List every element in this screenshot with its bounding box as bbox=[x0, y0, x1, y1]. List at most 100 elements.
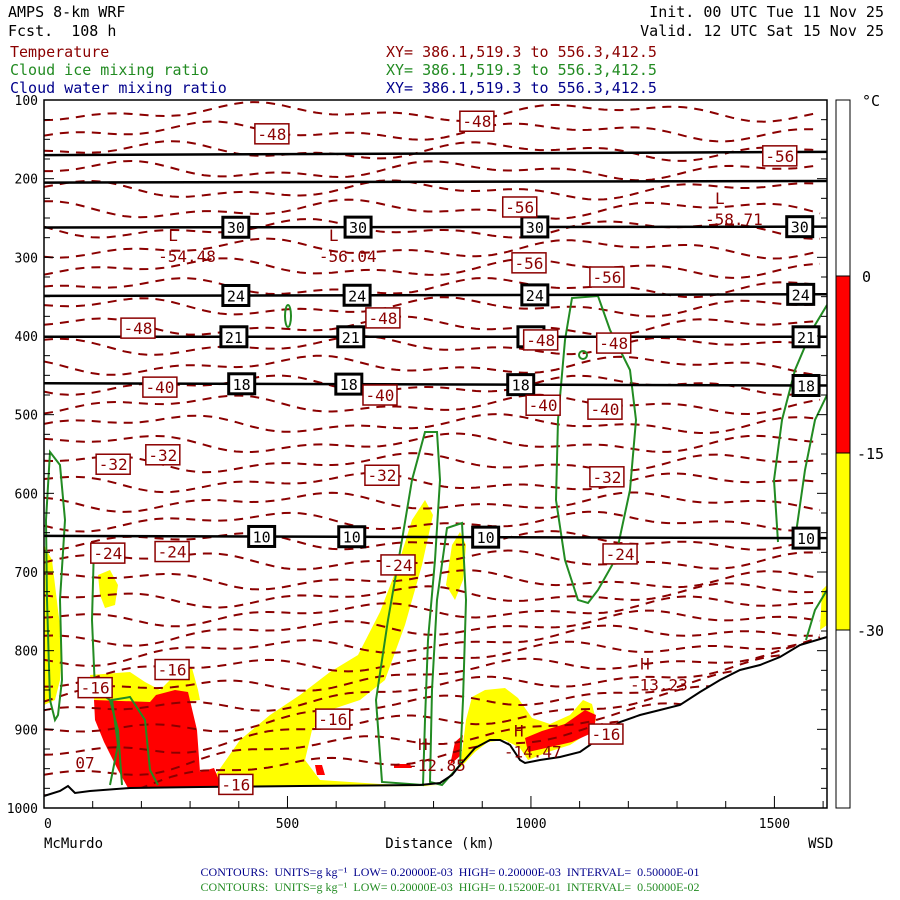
temperature-label: -48 bbox=[124, 319, 153, 338]
x-start-label: McMurdo bbox=[44, 836, 103, 852]
temperature-contour bbox=[44, 140, 821, 162]
temperature-label: -40 bbox=[145, 378, 174, 397]
black-line-label: 18 bbox=[512, 377, 530, 395]
footer-cloud-water-contours: CONTOURS: UNITS=g kg⁻¹ LOW= 0.20000E-03 … bbox=[200, 865, 700, 879]
black-line-label: 30 bbox=[791, 219, 809, 237]
temperature-contour bbox=[44, 120, 821, 143]
extremum-value: -54.48 bbox=[158, 247, 216, 266]
y-tick-label: 300 bbox=[15, 251, 38, 266]
y-tick-label: 600 bbox=[15, 487, 38, 502]
colorbar-unit: °C bbox=[862, 92, 880, 110]
black-line-label: 24 bbox=[526, 287, 544, 305]
temperature-label: -16 bbox=[318, 710, 347, 729]
temperature-label: -56 bbox=[765, 147, 794, 166]
colorbar-band-red bbox=[835, 275, 851, 454]
black-line-label: 10 bbox=[343, 529, 361, 547]
black-line-label: 18 bbox=[233, 376, 251, 394]
temperature-label: -40 bbox=[529, 396, 558, 415]
temperature-label: -48 bbox=[462, 112, 491, 131]
extremum-low-marker: L bbox=[168, 226, 178, 245]
y-tick-label: 100 bbox=[15, 94, 38, 109]
extremum-low-marker: L bbox=[715, 189, 725, 208]
black-line-label: 18 bbox=[340, 376, 358, 394]
footer-cloud-ice-contours: CONTOURS: UNITS=g kg⁻¹ LOW= 0.20000E-03 … bbox=[200, 880, 700, 894]
extremum-value: -12.85 bbox=[408, 756, 466, 775]
black-contour-line bbox=[43, 179, 828, 184]
extremum-high-marker: H bbox=[640, 655, 650, 674]
x-axis-title: Distance (km) bbox=[385, 836, 495, 852]
temperature-contour bbox=[44, 491, 821, 513]
temperature-label: -40 bbox=[366, 386, 395, 405]
temperature-contour bbox=[44, 217, 820, 240]
temperature-label: -32 bbox=[592, 468, 621, 487]
x-end-label: WSD bbox=[808, 836, 833, 852]
temperature-label: -24 bbox=[606, 545, 635, 564]
colorbar-band-yellow bbox=[835, 452, 851, 631]
black-line-label: 18 bbox=[797, 377, 815, 395]
temperature-label: -56 bbox=[515, 254, 544, 273]
black-line-label: 24 bbox=[227, 287, 245, 305]
x-tick-label: 500 bbox=[276, 817, 299, 832]
extremum-value: -58.71 bbox=[705, 210, 763, 229]
black-contour-line bbox=[43, 293, 828, 298]
x-tick-label: 1000 bbox=[515, 817, 546, 832]
extremum-high-marker: H bbox=[418, 735, 428, 754]
temperature-contour bbox=[44, 413, 821, 434]
temperature-label: -48 bbox=[368, 309, 397, 328]
black-line-label: 21 bbox=[225, 329, 243, 347]
temperature-label: -16 bbox=[591, 725, 620, 744]
temperature-label: -24 bbox=[158, 543, 187, 562]
temperature-contour bbox=[44, 609, 821, 647]
black-line-label: 24 bbox=[348, 287, 366, 305]
temperature-contour bbox=[44, 198, 821, 220]
y-tick-label: 500 bbox=[15, 409, 38, 424]
temperature-label: -24 bbox=[93, 544, 122, 563]
x-tick-label: 0 bbox=[44, 817, 52, 832]
extremum-value: -14.47 bbox=[504, 742, 562, 761]
y-tick-label: 800 bbox=[15, 645, 38, 660]
black-line-label: 10 bbox=[797, 530, 815, 548]
black-line-label: 21 bbox=[342, 329, 360, 347]
black-line-label: 30 bbox=[227, 219, 245, 237]
extremum-value: -56.04 bbox=[319, 247, 377, 266]
colorbar-tick-label: -30 bbox=[857, 622, 884, 640]
temperature-label: -48 bbox=[257, 125, 286, 144]
temperature-label: -16 bbox=[158, 661, 187, 680]
temperature-label: -16 bbox=[221, 775, 250, 794]
temperature-contour bbox=[44, 335, 821, 356]
temperature-contour bbox=[44, 296, 821, 318]
black-line-label: 21 bbox=[797, 329, 815, 347]
temperature-contour bbox=[44, 315, 821, 337]
temperature-label: -16 bbox=[81, 679, 110, 698]
colorbar: °C 0 -15 -30 bbox=[835, 92, 884, 809]
colorbar-tick-label: 0 bbox=[862, 268, 871, 286]
yellow-region bbox=[98, 570, 118, 608]
temperature-label: -32 bbox=[148, 446, 177, 465]
temperature-contour bbox=[44, 471, 821, 494]
temperature-contour bbox=[44, 159, 821, 182]
temperature-label: -48 bbox=[599, 334, 628, 353]
temperature-label: -48 bbox=[526, 331, 555, 350]
temperature-label: -32 bbox=[367, 466, 396, 485]
red-region bbox=[315, 765, 325, 775]
y-tick-label: 700 bbox=[15, 566, 38, 581]
cross-section-plot: 3030303024242424212121211818181810101010… bbox=[7, 92, 884, 852]
x-tick-label: 1500 bbox=[759, 817, 790, 832]
extremum-low-marker: L bbox=[329, 226, 339, 245]
colorbar-tick-label: -15 bbox=[857, 445, 884, 463]
y-tick-label: 900 bbox=[15, 723, 38, 738]
black-line-label: 10 bbox=[477, 529, 495, 547]
temperature-label: -40 bbox=[591, 400, 620, 419]
y-tick-label: 400 bbox=[15, 330, 38, 345]
y-tick-label: 1000 bbox=[7, 802, 38, 817]
extremum-high-marker: H bbox=[514, 721, 524, 740]
yellow-region bbox=[212, 500, 440, 787]
temperature-label: -56 bbox=[592, 268, 621, 287]
ice-contour bbox=[794, 394, 827, 541]
temperature-label: -32 bbox=[99, 455, 128, 474]
black-contour-line bbox=[43, 150, 828, 157]
partial-contour-label: 07 bbox=[75, 754, 94, 773]
temperature-label: -24 bbox=[384, 556, 413, 575]
temperature-label: -56 bbox=[505, 198, 534, 217]
temperature-contour bbox=[44, 101, 821, 123]
